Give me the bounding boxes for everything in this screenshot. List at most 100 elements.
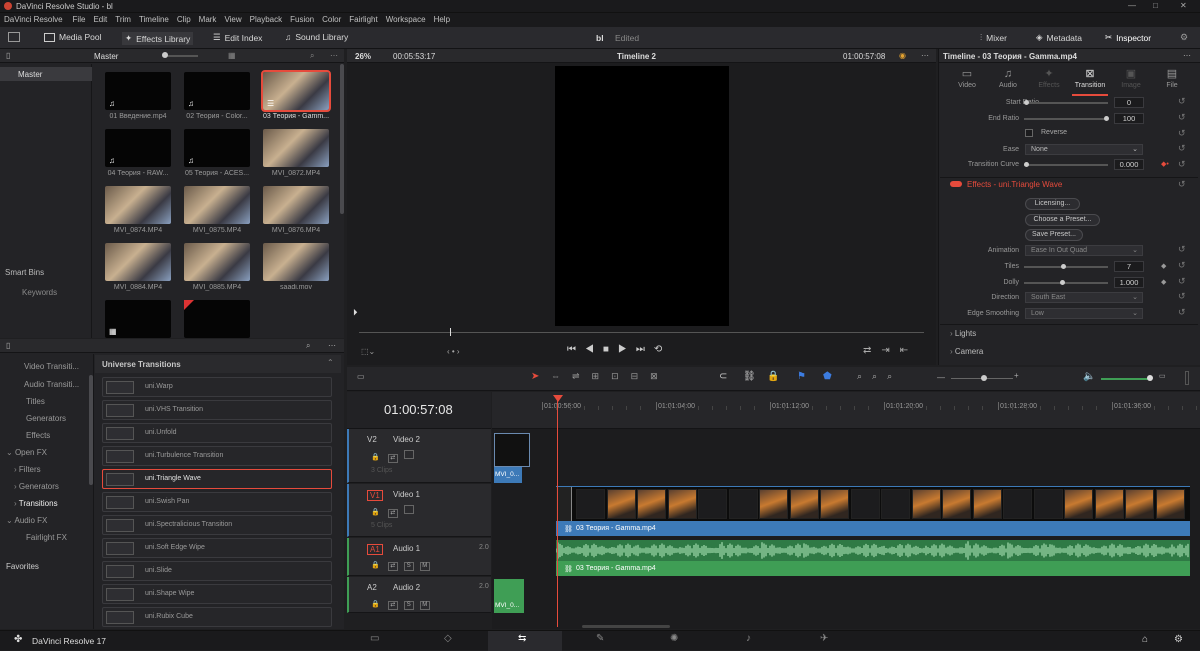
transition-item[interactable]: uni.Rubix Cube bbox=[102, 607, 332, 627]
auto-select-icon[interactable]: ⇄ bbox=[387, 601, 398, 610]
effects-nav-item[interactable]: Generators bbox=[26, 414, 66, 423]
clip-thumbnail[interactable] bbox=[263, 186, 329, 224]
inspector-button[interactable]: ✂ Inspector bbox=[1105, 32, 1151, 43]
menu-item[interactable]: DaVinci Resolve bbox=[4, 15, 63, 24]
effects-nav-item[interactable]: › Generators bbox=[14, 482, 59, 491]
collapse-icon[interactable]: ⌃ bbox=[327, 358, 334, 367]
lock-icon[interactable]: 🔒 bbox=[767, 371, 779, 382]
more-icon[interactable]: ⋯ bbox=[330, 51, 338, 60]
loop-icon[interactable]: ⟲ bbox=[654, 344, 671, 355]
solo-button[interactable]: S bbox=[403, 601, 414, 610]
keywords-item[interactable]: Keywords bbox=[22, 288, 57, 297]
edit-index-button[interactable]: ☰ Edit Index bbox=[213, 32, 262, 43]
menu-item[interactable]: Help bbox=[434, 15, 450, 24]
auto-select-icon[interactable]: ⇄ bbox=[387, 454, 398, 463]
clip-thumbnail[interactable] bbox=[105, 186, 171, 224]
choose-preset-button[interactable]: Choose a Preset... bbox=[1025, 214, 1100, 226]
menu-item[interactable]: Edit bbox=[93, 15, 107, 24]
lights-section[interactable]: › Lights bbox=[950, 329, 976, 338]
playhead[interactable] bbox=[557, 395, 558, 627]
auto-select-icon[interactable]: ⇄ bbox=[387, 562, 398, 571]
clip-thumbnail[interactable]: ☰ bbox=[261, 70, 331, 112]
stop-icon[interactable]: ■ bbox=[603, 344, 618, 355]
fusion-page-icon[interactable]: ✎ bbox=[596, 633, 604, 644]
clip-thumbnail[interactable] bbox=[105, 243, 171, 281]
reset-icon[interactable]: ↺ bbox=[1178, 291, 1186, 302]
keyframe-icon[interactable]: ◆• bbox=[1161, 160, 1169, 168]
marker-icon[interactable]: ⬟ bbox=[823, 371, 832, 382]
volume-handle[interactable] bbox=[1147, 375, 1153, 381]
clip-thumbnail[interactable] bbox=[263, 129, 329, 167]
media-pool-button[interactable]: Media Pool bbox=[44, 32, 102, 42]
effects-nav-item[interactable]: ⌄ Open FX bbox=[6, 448, 47, 457]
clip-thumbnail[interactable]: ♫ bbox=[184, 129, 250, 167]
track-header-a1[interactable]: A1 Audio 1 2.0 🔒 ⇄ S M bbox=[347, 538, 491, 576]
auto-select-icon[interactable]: ⇄ bbox=[387, 509, 398, 518]
more-icon[interactable]: ⋯ bbox=[921, 51, 929, 60]
track-id[interactable]: V2 bbox=[367, 435, 377, 444]
reset-icon[interactable]: ↺ bbox=[1178, 112, 1186, 123]
menu-item[interactable]: Mark bbox=[199, 15, 217, 24]
menu-item[interactable]: Trim bbox=[115, 15, 131, 24]
menu-item[interactable]: Fairlight bbox=[349, 15, 377, 24]
transition-item[interactable]: uni.Unfold bbox=[102, 423, 332, 443]
a1-clip[interactable]: ⛓ 03 Теория - Gamma.mp4 bbox=[556, 561, 1190, 576]
edge-smoothing-dropdown[interactable]: Low ⌄ bbox=[1025, 308, 1143, 319]
effects-nav-item[interactable]: › Filters bbox=[14, 465, 41, 474]
clip-thumbnail[interactable] bbox=[184, 300, 250, 338]
close-button[interactable]: ✕ bbox=[1180, 1, 1187, 10]
cut-page-icon[interactable]: ◇ bbox=[444, 633, 452, 644]
reset-icon[interactable]: ↺ bbox=[1178, 276, 1186, 287]
menu-item[interactable]: Timeline bbox=[139, 15, 169, 24]
reset-icon[interactable]: ↺ bbox=[1178, 96, 1186, 107]
clip-thumbnail[interactable]: ♫ bbox=[105, 129, 171, 167]
clip-thumbnail[interactable] bbox=[184, 186, 250, 224]
meter-icon[interactable]: ▭ bbox=[1159, 372, 1166, 380]
reset-icon[interactable]: ↺ bbox=[1178, 244, 1186, 255]
dolly-slider[interactable] bbox=[1024, 282, 1108, 284]
reset-icon[interactable]: ↺ bbox=[1178, 143, 1186, 154]
end-ratio-value[interactable]: 100 bbox=[1114, 113, 1144, 124]
v2-clip-thumbnail[interactable] bbox=[494, 433, 530, 467]
tiles-slider[interactable] bbox=[1024, 266, 1108, 268]
inspector-tab-effects[interactable]: ✦ Effects bbox=[1029, 68, 1069, 96]
zoom-out-icon[interactable]: — bbox=[937, 373, 945, 382]
effects-nav-item[interactable]: Fairlight FX bbox=[26, 533, 67, 542]
reset-icon[interactable]: ↺ bbox=[1178, 307, 1186, 318]
settings-icon[interactable]: ⚙ bbox=[1174, 634, 1183, 645]
track-header-v2[interactable]: V2 Video 2 🔒 ⇄ 3 Clips bbox=[347, 429, 491, 483]
reverse-checkbox[interactable] bbox=[1025, 129, 1033, 137]
effects-nav-item[interactable]: ⌄ Audio FX bbox=[6, 516, 47, 525]
tiles-value[interactable]: 7 bbox=[1114, 261, 1144, 272]
clip-thumbnail[interactable]: ♫ bbox=[105, 72, 171, 110]
maximize-button[interactable]: □ bbox=[1153, 1, 1158, 10]
effects-nav-scrollbar[interactable] bbox=[89, 375, 93, 485]
flag-icon[interactable]: ⚑ bbox=[797, 371, 806, 382]
keyframe-icon[interactable]: ◆ bbox=[1161, 278, 1166, 286]
transition-item[interactable]: uni.Soft Edge Wipe bbox=[102, 538, 332, 558]
solo-button[interactable]: S bbox=[403, 562, 414, 571]
effects-nav-item[interactable]: Effects bbox=[26, 431, 50, 440]
direction-dropdown[interactable]: South East ⌄ bbox=[1025, 292, 1143, 303]
reset-icon[interactable]: ↺ bbox=[1178, 260, 1186, 271]
lock-icon[interactable]: 🔒 bbox=[371, 454, 380, 461]
transition-item[interactable]: uni.Shape Wipe bbox=[102, 584, 332, 604]
track-id[interactable]: A2 bbox=[367, 583, 377, 592]
inspector-tab-file[interactable]: ▤ File bbox=[1152, 68, 1192, 96]
licensing-button[interactable]: Licensing... bbox=[1025, 198, 1080, 210]
play-icon[interactable]: ▶ bbox=[618, 344, 636, 355]
effects-nav-item[interactable]: Video Transiti... bbox=[24, 362, 79, 371]
effects-library-button[interactable]: ✦ Effects Library bbox=[122, 32, 194, 45]
zoom-handle[interactable] bbox=[981, 375, 987, 381]
effects-nav-item[interactable]: Favorites bbox=[6, 562, 39, 571]
a1-waveform[interactable] bbox=[556, 540, 1190, 561]
inspector-tab-transition[interactable]: ⊠ Transition bbox=[1070, 68, 1110, 96]
start-ratio-slider[interactable] bbox=[1024, 102, 1108, 104]
save-preset-button[interactable]: Save Preset... bbox=[1025, 229, 1083, 241]
deliver-page-icon[interactable]: ✈ bbox=[820, 633, 828, 644]
reset-icon[interactable]: ↺ bbox=[1178, 179, 1186, 190]
bin-master[interactable]: Master bbox=[0, 67, 92, 81]
lock-icon[interactable]: 🔒 bbox=[371, 509, 380, 516]
scrubber-head[interactable] bbox=[450, 328, 451, 336]
menu-item[interactable]: Fusion bbox=[290, 15, 314, 24]
